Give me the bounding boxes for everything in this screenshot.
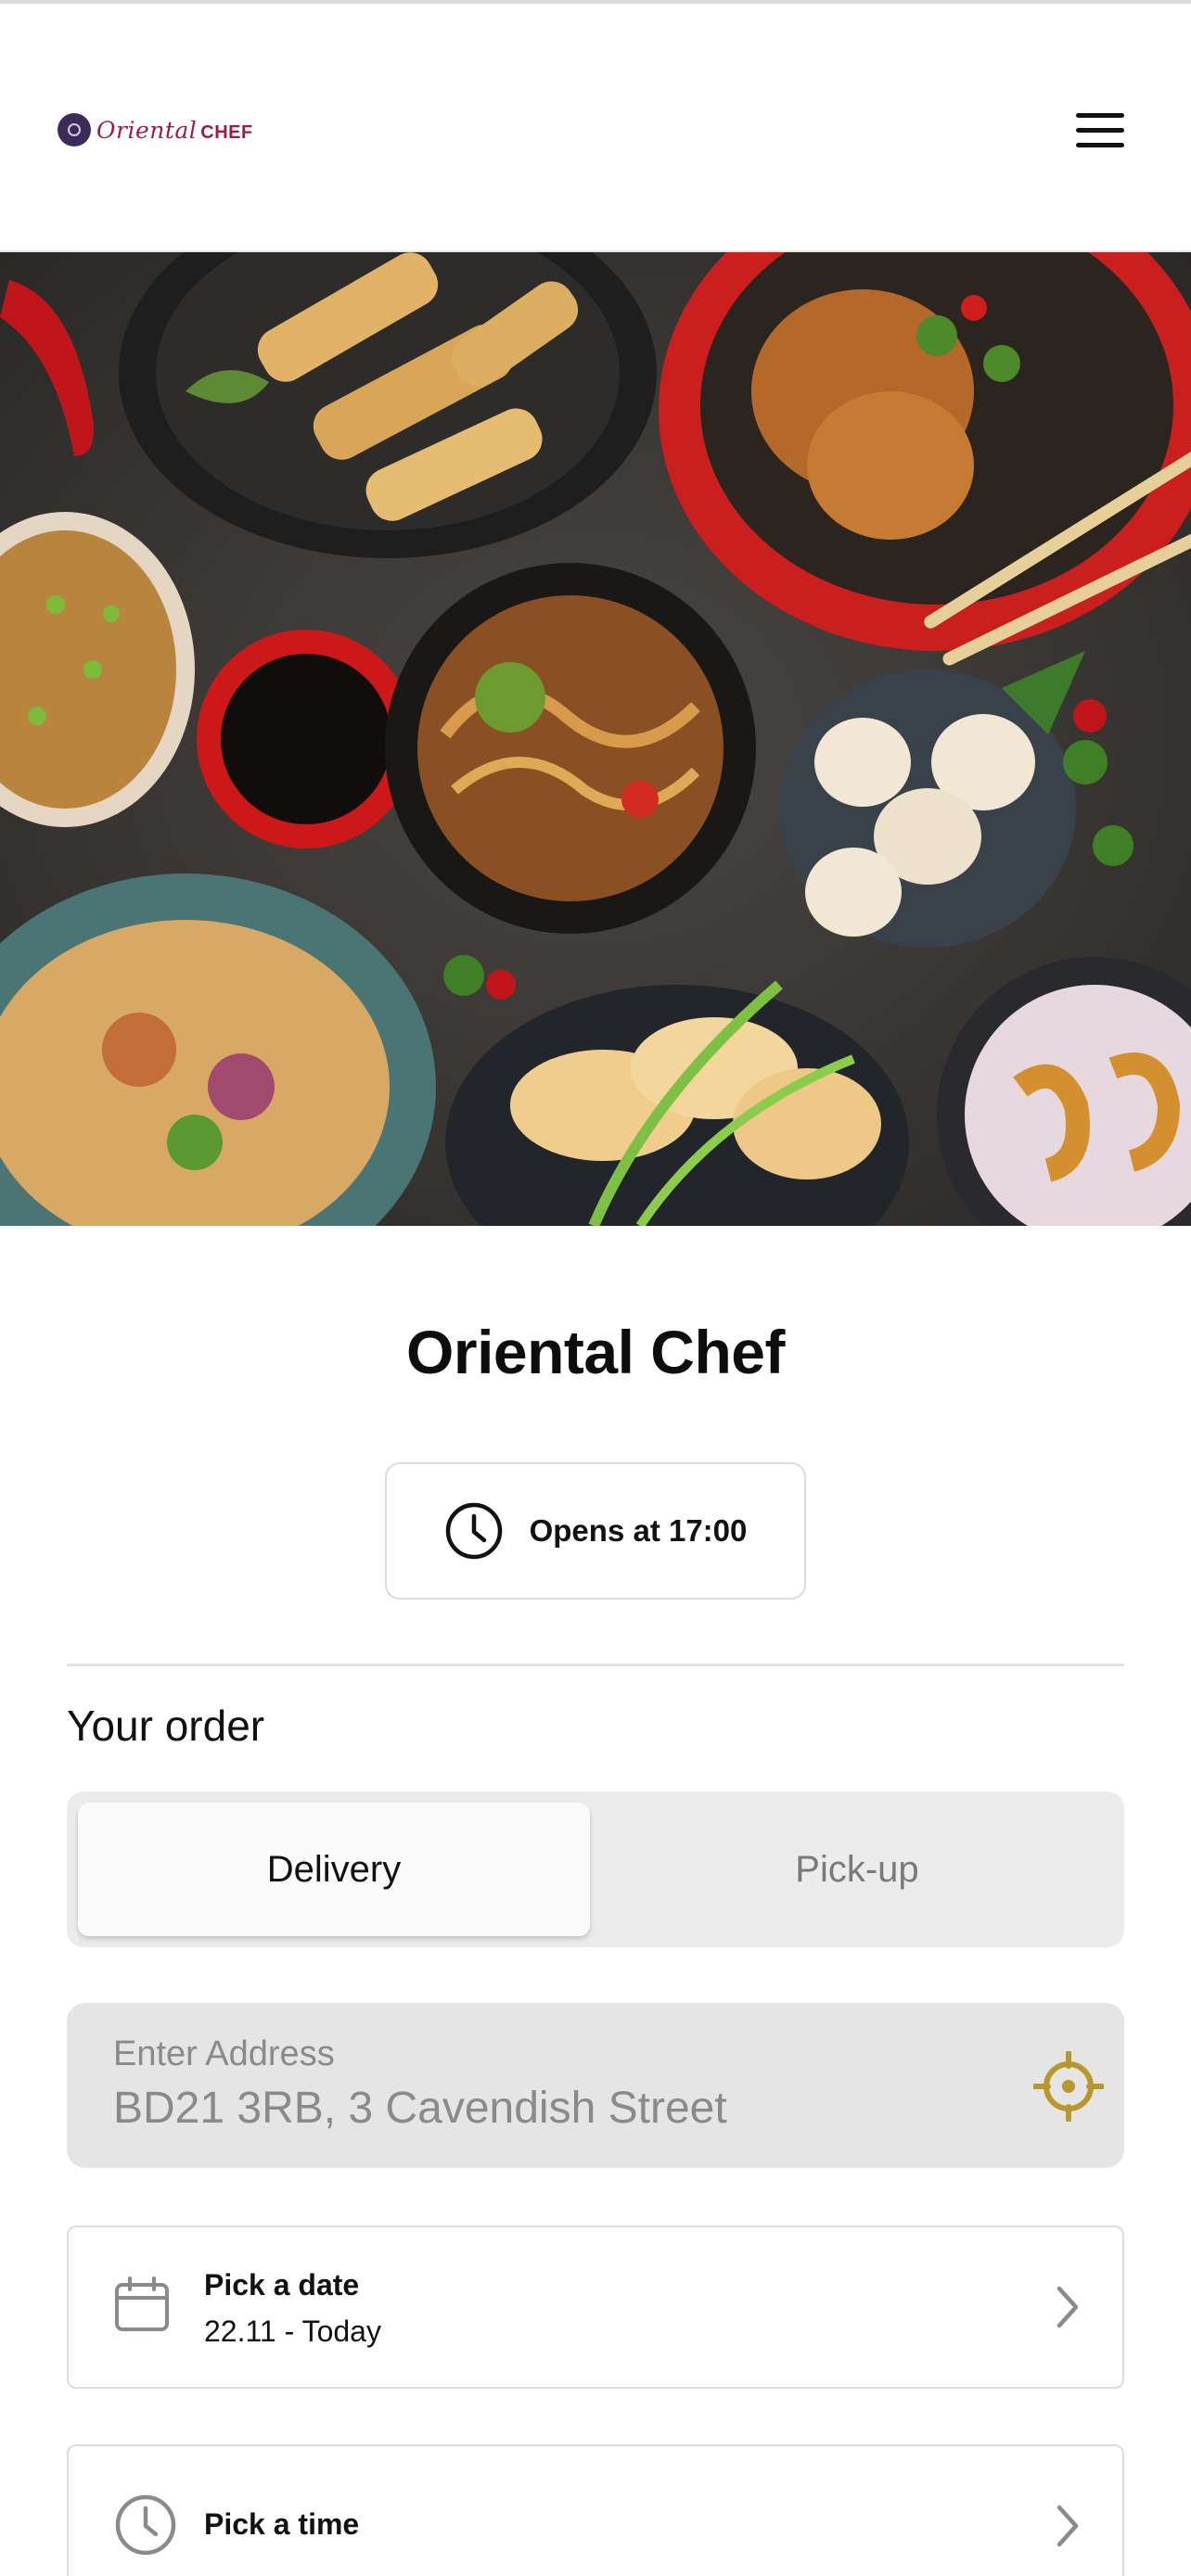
header: Oriental CHEF <box>0 4 1191 252</box>
address-field[interactable]: Enter Address <box>67 2003 1124 2168</box>
your-order-heading: Your order <box>67 1702 265 1750</box>
calendar-icon <box>115 2276 169 2331</box>
clock-icon <box>115 2494 176 2556</box>
chevron-right-icon <box>1057 2286 1079 2328</box>
delivery-tab[interactable]: Delivery <box>78 1803 590 1936</box>
pick-time-button[interactable]: Pick a time <box>67 2444 1124 2576</box>
order-mode-switch: Delivery Pick-up <box>67 1792 1124 1947</box>
address-field-label: Enter Address <box>113 2034 335 2073</box>
pick-date-value: 22.11 - Today <box>204 2315 381 2348</box>
pickup-tab[interactable]: Pick-up <box>601 1803 1113 1936</box>
chevron-right-icon <box>1057 2505 1079 2547</box>
hero-image <box>0 252 1191 1226</box>
hamburger-menu-icon[interactable] <box>1072 109 1132 152</box>
opening-hours-badge: Opens at 17:00 <box>385 1462 806 1600</box>
pick-date-button[interactable]: Pick a date 22.11 - Today <box>67 2225 1124 2389</box>
opening-hours-text: Opens at 17:00 <box>529 1513 748 1548</box>
logo-text: Oriental CHEF <box>96 116 253 144</box>
divider <box>67 1664 1124 1666</box>
logo[interactable]: Oriental CHEF <box>58 111 253 148</box>
crosshair-icon[interactable] <box>1033 2051 1104 2122</box>
pick-time-title: Pick a time <box>204 2507 360 2541</box>
restaurant-name: Oriental Chef <box>406 1318 785 1386</box>
address-input[interactable] <box>113 2083 1004 2134</box>
logo-emblem-icon <box>58 113 91 147</box>
pick-date-title: Pick a date <box>204 2268 360 2302</box>
food-photo-illustration <box>0 252 1191 1226</box>
clock-icon <box>445 1502 502 1560</box>
